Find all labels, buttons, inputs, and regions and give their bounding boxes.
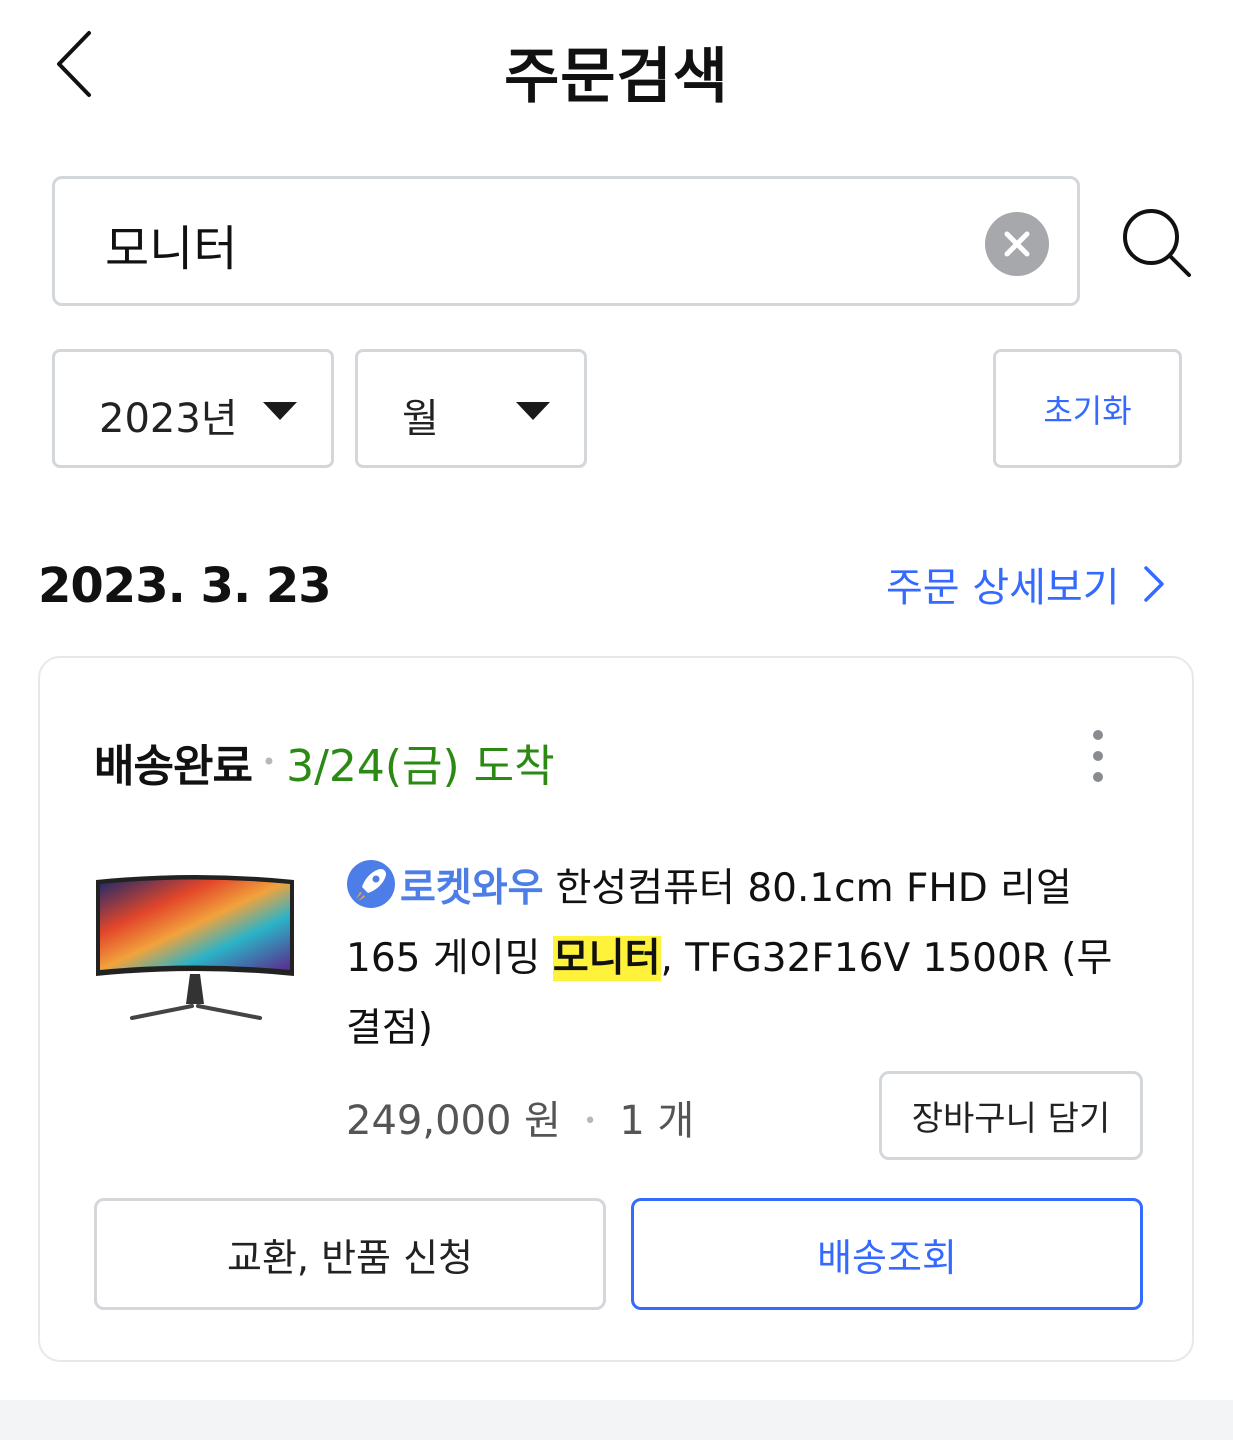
header: 주문검색 — [0, 0, 1233, 130]
order-card: 배송완료 • 3/24(금) 도착 로켓와우 한성컴퓨터 80.1cm FHD … — [38, 656, 1194, 1362]
arrival-date: 3/24(금) 도착 — [286, 741, 555, 792]
page-title: 주문검색 — [504, 42, 729, 112]
search-box — [52, 176, 1080, 306]
monitor-product-image — [96, 875, 294, 1020]
order-detail-link[interactable]: 주문 상세보기 — [886, 556, 1166, 612]
chevron-right-icon — [1142, 564, 1166, 604]
search-icon — [1123, 209, 1191, 277]
search-button[interactable] — [1114, 200, 1200, 286]
delivery-status: 배송완료 — [94, 741, 253, 792]
close-icon — [1004, 231, 1030, 257]
more-options-button[interactable] — [1080, 724, 1116, 788]
rocket-icon — [347, 860, 395, 908]
month-select-value: 월 — [402, 396, 439, 442]
product-quantity: 1 개 — [619, 1098, 695, 1144]
product-title[interactable]: 로켓와우 한성컴퓨터 80.1cm FHD 리얼 165 게이밍 모니터, TFG… — [346, 854, 1146, 1064]
delivery-status-line: 배송완료 • 3/24(금) 도착 — [94, 730, 555, 794]
order-date: 2023. 3. 23 — [38, 558, 332, 614]
product-price: 249,000 원 — [346, 1098, 561, 1144]
price-line: 249,000 원 • 1 개 — [346, 1088, 694, 1146]
search-input[interactable] — [105, 209, 965, 279]
reset-button[interactable]: 초기화 — [993, 349, 1182, 468]
return-exchange-button[interactable]: 교환, 반품 신청 — [94, 1198, 606, 1310]
caret-down-icon — [516, 402, 550, 420]
month-select[interactable]: 월 — [355, 349, 587, 468]
separator-dot: • — [261, 748, 277, 776]
year-select-value: 2023년 — [99, 396, 238, 442]
caret-down-icon — [263, 402, 297, 420]
search-highlight: 모니터 — [552, 936, 661, 981]
clear-search-button[interactable] — [985, 212, 1049, 276]
section-divider — [0, 1400, 1233, 1440]
product-thumbnail[interactable] — [92, 854, 298, 1034]
track-delivery-button[interactable]: 배송조회 — [631, 1198, 1143, 1310]
more-vertical-icon — [1093, 730, 1103, 740]
year-select[interactable]: 2023년 — [52, 349, 334, 468]
separator-dot: • — [583, 1109, 597, 1134]
add-to-cart-button[interactable]: 장바구니 담기 — [879, 1071, 1143, 1160]
rocket-wow-badge: 로켓와우 — [400, 866, 544, 911]
order-detail-label: 주문 상세보기 — [886, 565, 1120, 611]
